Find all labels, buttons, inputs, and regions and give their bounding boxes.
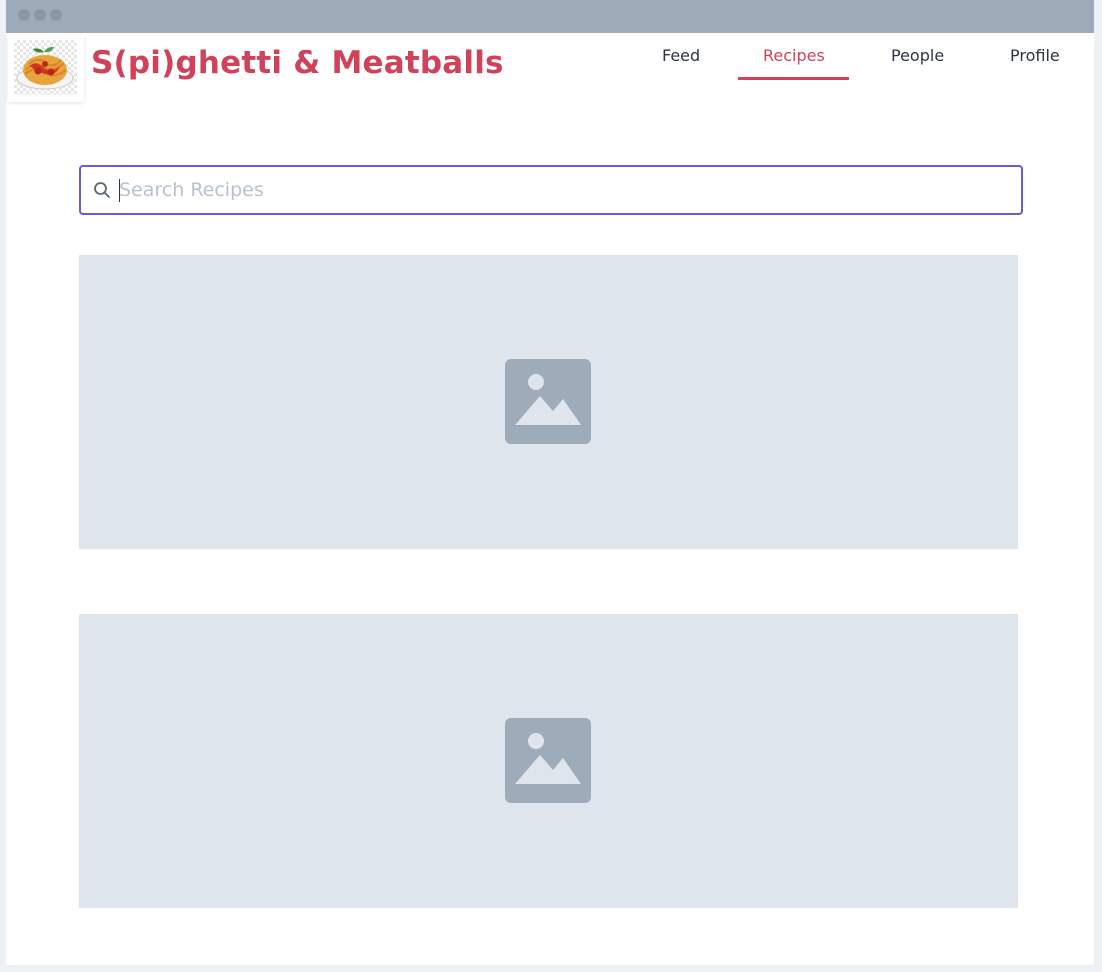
nav-item-people[interactable]: People (891, 46, 944, 65)
window-close-dot[interactable] (18, 9, 30, 21)
logo[interactable] (8, 35, 84, 102)
app-title[interactable]: S(pi)ghetti & Meatballs (91, 45, 504, 81)
search-bar[interactable] (79, 165, 1023, 215)
nav-active-indicator (738, 77, 849, 80)
recipe-card-image[interactable] (79, 255, 1018, 549)
image-placeholder-icon (505, 718, 591, 803)
search-icon (93, 181, 111, 199)
window-titlebar (6, 0, 1094, 33)
app-window: S(pi)ghetti & Meatballs Feed Recipes Peo… (6, 0, 1094, 965)
nav-item-feed[interactable]: Feed (662, 46, 700, 65)
window-minimize-dot[interactable] (34, 9, 46, 21)
window-zoom-dot[interactable] (50, 9, 62, 21)
spaghetti-icon (14, 40, 77, 95)
recipe-card-image[interactable] (79, 614, 1018, 908)
nav-item-profile[interactable]: Profile (1010, 46, 1060, 65)
image-placeholder-icon (505, 359, 591, 444)
search-input[interactable] (119, 167, 1009, 213)
text-cursor (119, 179, 120, 202)
nav-item-recipes[interactable]: Recipes (763, 46, 825, 65)
